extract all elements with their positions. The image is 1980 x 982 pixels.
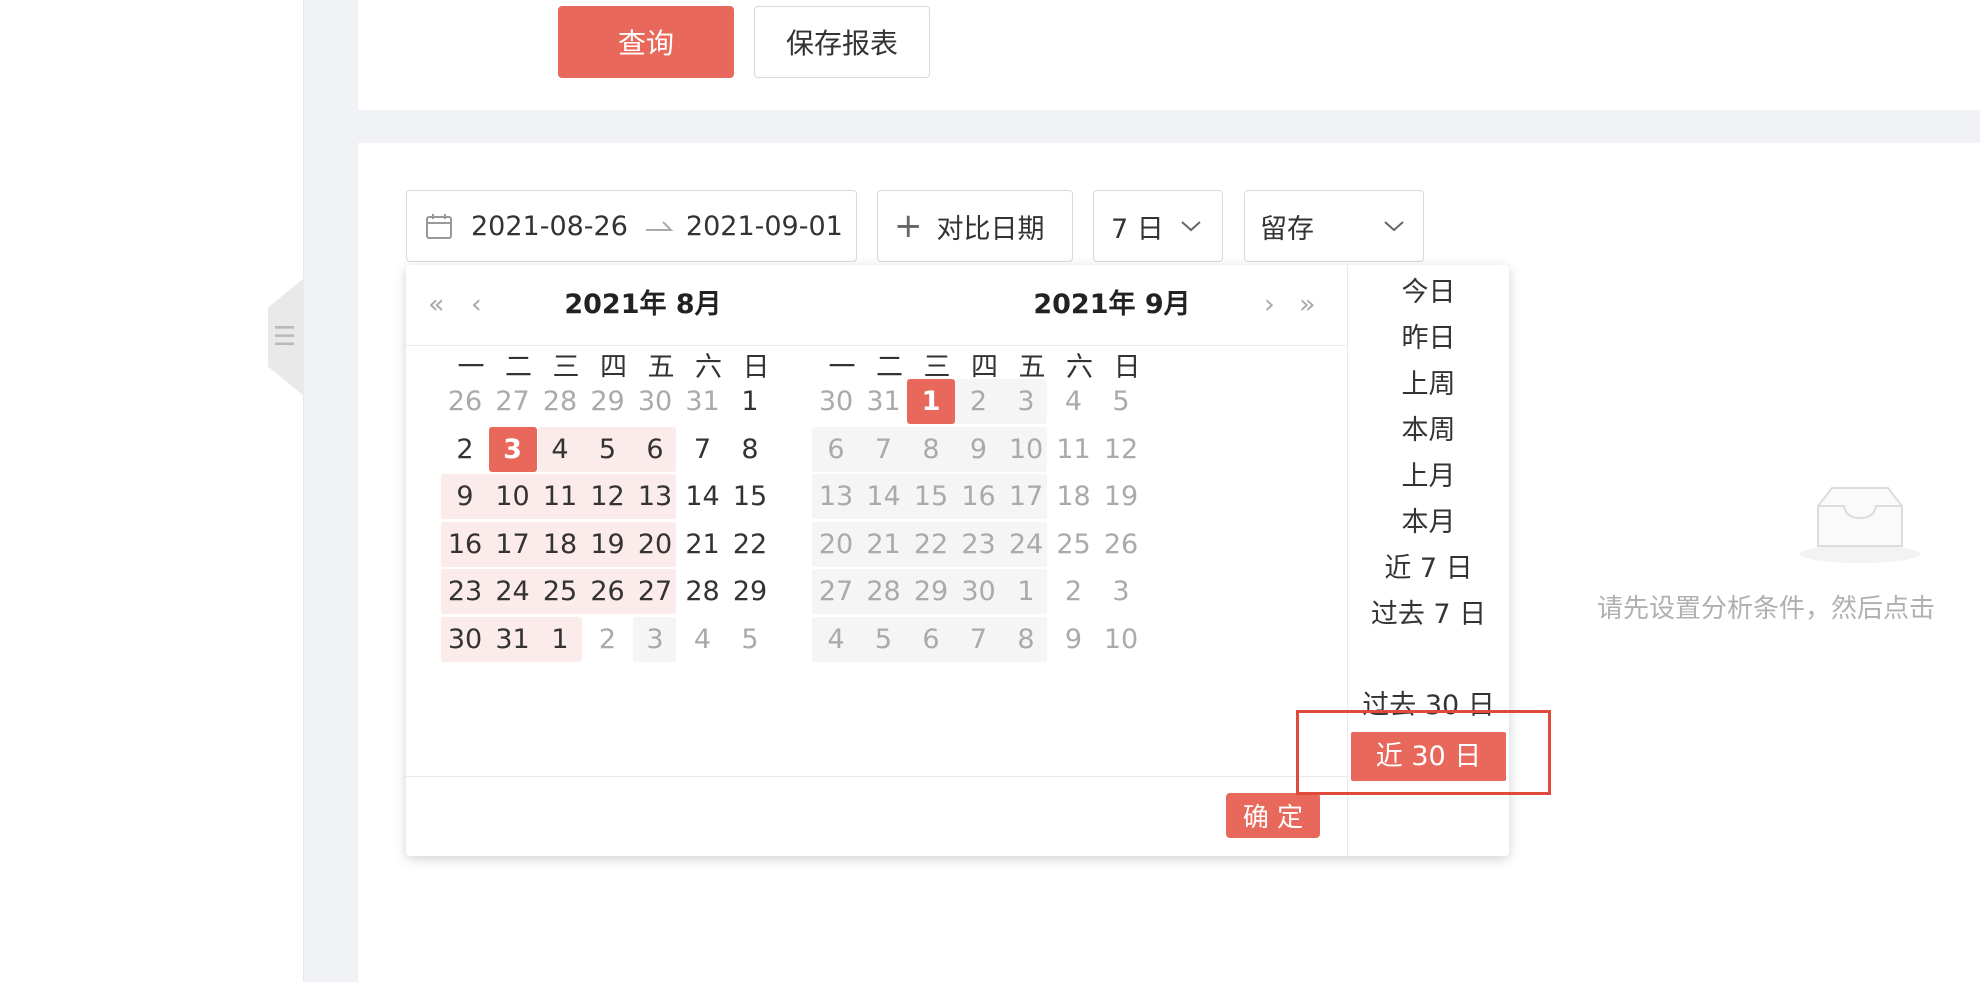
period-value: 7 日 — [1111, 213, 1164, 245]
calendar-day[interactable]: 12 — [1091, 427, 1151, 472]
calendar-day[interactable]: 5 — [1091, 379, 1151, 424]
left-sidebar — [0, 0, 304, 982]
preset-option[interactable]: 昨日 — [1348, 321, 1509, 357]
preset-option[interactable]: 上月 — [1348, 459, 1509, 495]
prev-year-icon[interactable]: « — [428, 287, 445, 323]
arrow-right-icon — [645, 221, 674, 231]
calendar-day[interactable]: 10 — [1091, 617, 1151, 662]
calendar-day[interactable]: 22 — [720, 522, 780, 567]
date-end[interactable]: 2021-09-01 — [686, 211, 843, 242]
save-report-button[interactable]: 保存报表 — [754, 6, 930, 78]
period-select[interactable]: 7 日 — [1093, 190, 1223, 262]
highlight-annotation — [1296, 710, 1551, 795]
preset-option[interactable]: 上周 — [1348, 367, 1509, 403]
calendar-day[interactable]: 26 — [1091, 522, 1151, 567]
calendar-day[interactable]: 5 — [720, 617, 780, 662]
preset-option[interactable]: 近 7 日 — [1348, 551, 1509, 587]
left-month-title: 2021年 8月 — [564, 289, 722, 320]
collapse-icon: ☰ — [273, 322, 297, 352]
date-range-picker[interactable]: 2021-08-26 2021-09-01 — [406, 190, 857, 262]
metric-value: 留存 — [1260, 213, 1314, 245]
compare-label: 对比日期 — [936, 213, 1045, 245]
compare-date-button[interactable]: + 对比日期 — [877, 190, 1073, 262]
chevron-down-icon — [1181, 221, 1201, 232]
right-month-title: 2021年 9月 — [1033, 289, 1191, 320]
preset-option[interactable]: 过去 7 日 — [1348, 597, 1509, 633]
empty-state-text: 请先设置分析条件，然后点击 — [1597, 594, 1936, 624]
calendar-icon — [426, 214, 452, 239]
date-start[interactable]: 2021-08-26 — [471, 211, 628, 242]
footer-divider — [406, 776, 1347, 777]
calendar-day[interactable]: 29 — [720, 569, 780, 614]
prev-month-icon[interactable]: ‹ — [471, 287, 482, 323]
next-month-icon[interactable]: › — [1264, 287, 1275, 323]
preset-option[interactable]: 本月 — [1348, 505, 1509, 541]
confirm-button[interactable]: 确 定 — [1226, 793, 1320, 838]
metric-select[interactable]: 留存 — [1244, 190, 1424, 262]
calendar-day[interactable]: 3 — [1091, 569, 1151, 614]
calendar-day[interactable]: 19 — [1091, 474, 1151, 519]
empty-inbox-icon — [1800, 487, 1920, 563]
chevron-down-icon — [1384, 221, 1404, 232]
next-year-icon[interactable]: » — [1299, 287, 1316, 323]
preset-option[interactable]: 本周 — [1348, 413, 1509, 449]
calendar-day[interactable]: 1 — [720, 379, 780, 424]
calendar-day[interactable]: 15 — [720, 474, 780, 519]
calendar-day[interactable]: 8 — [720, 427, 780, 472]
header-divider — [406, 345, 1347, 346]
query-button[interactable]: 查询 — [558, 6, 734, 78]
preset-option[interactable]: 今日 — [1348, 275, 1509, 311]
plus-icon: + — [894, 206, 923, 246]
